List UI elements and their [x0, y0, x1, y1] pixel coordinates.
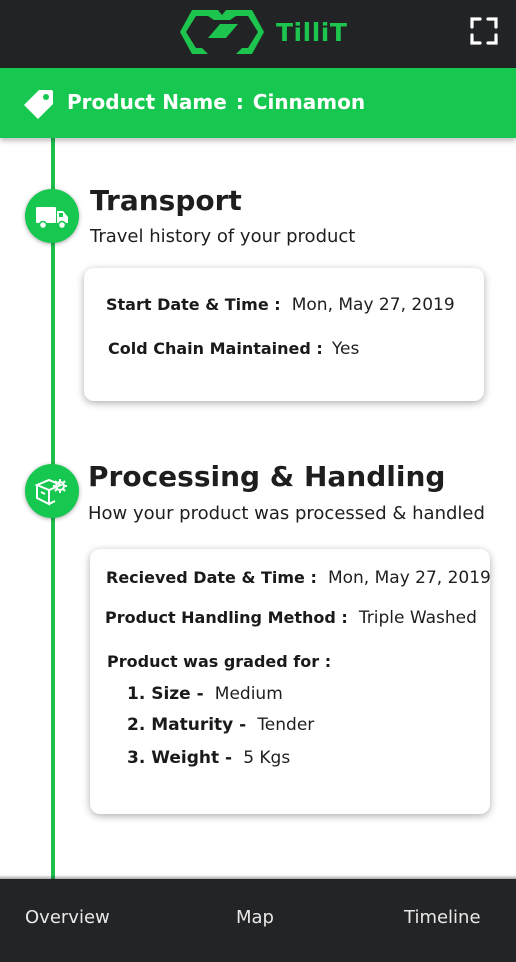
processing-card: Recieved Date & Time : Mon, May 27, 2019…: [90, 549, 491, 814]
cold-chain-value: Yes: [331, 339, 360, 359]
received-date-value: Mon, May 27, 2019: [327, 568, 491, 588]
handling-method-label: Product Handling Method :: [105, 608, 348, 627]
start-date-row: Start Date & Time : Mon, May 27, 2019: [106, 295, 455, 315]
transport-subtitle: Travel history of your product: [90, 226, 356, 247]
app-name: TilliT: [276, 17, 348, 47]
product-separator: :: [235, 90, 244, 114]
grade-label: 1. Size -: [127, 684, 204, 704]
grade-value: Tender: [257, 715, 315, 735]
handling-method-row: Product Handling Method : Triple Washed: [105, 608, 477, 628]
truck-icon: [36, 207, 68, 230]
processing-title: Processing & Handling: [88, 460, 446, 493]
grade-item: 3. Weight - 5 Kgs: [127, 748, 290, 768]
start-date-label: Start Date & Time :: [106, 295, 281, 314]
transport-node: [25, 189, 79, 243]
grade-value: 5 Kgs: [243, 748, 291, 768]
bottom-navigation: Overview Map Timeline: [0, 875, 516, 962]
product-name: Cinnamon: [252, 90, 366, 114]
graded-for-label: Product was graded for :: [107, 652, 331, 671]
processing-subtitle: How your product was processed & handled: [88, 503, 485, 524]
cold-chain-row: Cold Chain Maintained : Yes: [108, 339, 359, 359]
graded-for-text: Product was graded for :: [107, 652, 332, 671]
box-gear-icon: [34, 478, 67, 506]
app-logo: TilliT: [178, 6, 347, 58]
received-date-label: Recieved Date & Time :: [106, 568, 317, 587]
app-header: TilliT: [0, 0, 516, 68]
cold-chain-label: Cold Chain Maintained :: [108, 339, 323, 358]
grade-item: 2. Maturity - Tender: [127, 715, 314, 735]
transport-card: Start Date & Time : Mon, May 27, 2019 Co…: [84, 268, 484, 401]
product-name-bar: Product Name : Cinnamon: [0, 68, 516, 138]
fullscreen-button[interactable]: [466, 13, 502, 49]
product-label: Product Name: [67, 90, 227, 114]
nav-timeline[interactable]: Timeline: [404, 907, 481, 928]
fullscreen-icon: [470, 17, 498, 45]
nav-overview[interactable]: Overview: [25, 907, 110, 928]
tag-icon: [24, 90, 53, 119]
grade-label: 2. Maturity -: [127, 715, 247, 735]
start-date-value: Mon, May 27, 2019: [291, 295, 455, 315]
handling-method-value: Triple Washed: [358, 608, 477, 628]
grade-value: Medium: [214, 684, 283, 704]
nav-map[interactable]: Map: [236, 907, 274, 928]
grade-label: 3. Weight -: [127, 748, 233, 768]
processing-node: [25, 464, 79, 518]
transport-title: Transport: [90, 184, 242, 217]
tillit-logo-icon: [180, 10, 264, 54]
grade-item: 1. Size - Medium: [127, 684, 283, 704]
received-date-row: Recieved Date & Time : Mon, May 27, 2019: [106, 568, 491, 588]
product-title: Product Name : Cinnamon: [67, 90, 365, 114]
